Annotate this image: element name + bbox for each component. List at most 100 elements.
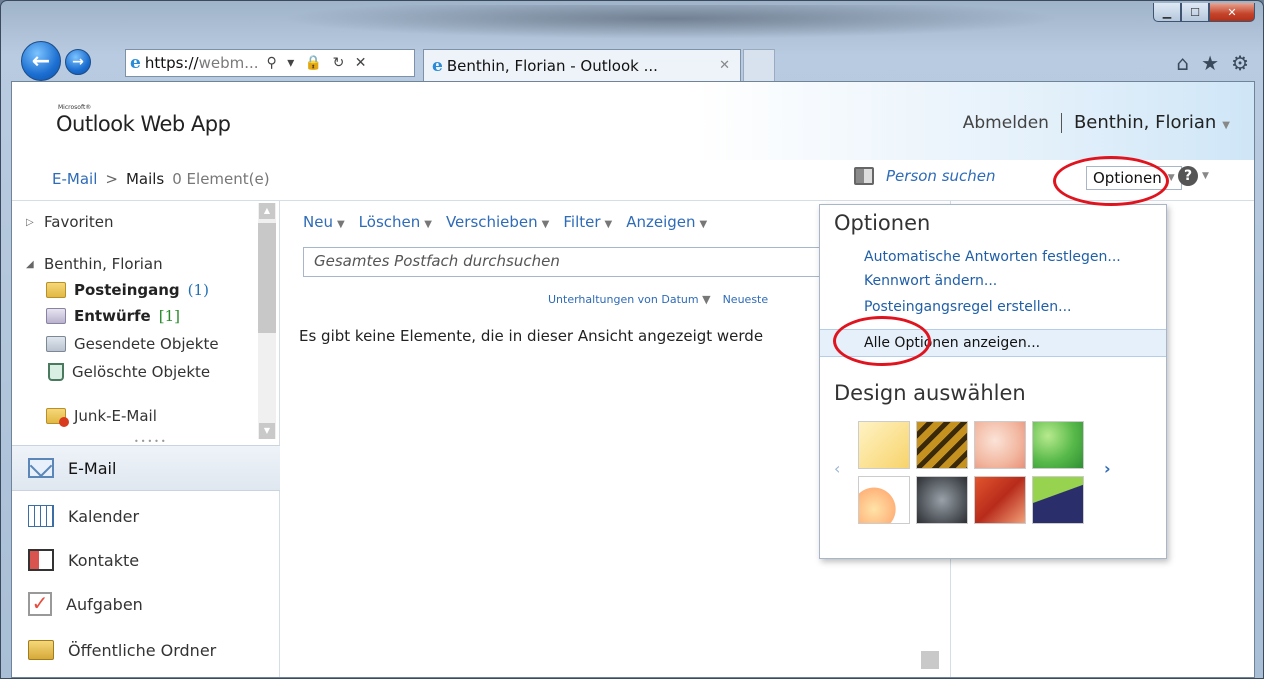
chevron-down-icon: ▼ — [1222, 120, 1230, 131]
home-icon[interactable]: ⌂ — [1176, 51, 1189, 75]
theme-next-icon[interactable]: › — [1104, 459, 1111, 478]
filter-button[interactable]: Filter ▼ — [563, 213, 612, 231]
nav-calendar-label: Kalender — [68, 506, 140, 526]
collapse-icon[interactable]: ◢ — [26, 259, 36, 270]
microsoft-logo-text: Microsoft® — [58, 104, 92, 111]
junk-folder-icon — [46, 408, 69, 427]
address-bar[interactable]: e https:// webm... ⚲ ▾ 🔒 ↻ ✕ — [125, 49, 415, 77]
maximize-button[interactable]: ☐ — [1181, 3, 1209, 22]
sidebar-item-junk[interactable]: Junk-E-Mail — [46, 407, 157, 427]
theme-thumbnail[interactable] — [1032, 421, 1084, 469]
calendar-icon — [28, 505, 54, 527]
scroll-thumb[interactable] — [258, 223, 276, 333]
annotation-circle-options — [1053, 156, 1169, 206]
item-count: 0 Element(e) — [172, 170, 270, 188]
menu-item-change-password[interactable]: Kennwort ändern... — [864, 273, 997, 289]
theme-thumbnail[interactable] — [974, 476, 1026, 524]
user-menu[interactable]: Benthin, Florian ▼ — [1062, 112, 1230, 133]
folder-tree: ▷ Favoriten ◢ Benthin, Florian Posteinga… — [12, 201, 280, 446]
sidebar-item-drafts[interactable]: Entwürfe [1] — [46, 307, 180, 325]
find-person-label: Person suchen — [886, 167, 996, 185]
chevron-down-icon: ▼ — [541, 219, 550, 230]
minimize-button[interactable]: ▁ — [1153, 3, 1181, 22]
menu-item-inbox-rule[interactable]: Posteingangsregel erstellen... — [864, 299, 1071, 315]
new-button[interactable]: Neu ▼ — [303, 213, 345, 231]
annotation-circle-all-options — [833, 316, 931, 366]
expand-icon[interactable]: ▷ — [26, 217, 36, 228]
mail-icon — [28, 458, 54, 478]
public-folder-icon — [28, 640, 54, 660]
theme-thumbnail[interactable] — [858, 476, 910, 524]
browser-tab[interactable]: e Benthin, Florian - Outlook ... ✕ — [423, 49, 741, 81]
scroll-down-icon[interactable]: ▼ — [259, 423, 275, 439]
back-button[interactable]: ← — [21, 41, 61, 81]
tasks-checkmark-icon: ✓ — [28, 592, 52, 616]
theme-thumbnail[interactable] — [1032, 476, 1084, 524]
forward-button[interactable]: → — [65, 49, 91, 75]
breadcrumb-mail[interactable]: E-Mail — [52, 170, 97, 188]
browser-window: ▁ ☐ ✕ ← → e https:// webm... ⚲ ▾ 🔒 ↻ ✕ e… — [0, 0, 1264, 679]
folder-label: Entwürfe — [74, 307, 151, 325]
chevron-down-icon: ▼ — [1202, 171, 1209, 181]
inbox-folder-icon — [46, 282, 66, 298]
unread-count: (1) — [187, 281, 209, 299]
favorites-star-icon[interactable]: ★ — [1201, 51, 1219, 75]
browser-tools: ⌂ ★ ⚙ — [1176, 51, 1249, 75]
theme-prev-icon[interactable]: ‹ — [834, 459, 840, 478]
signout-link[interactable]: Abmelden — [963, 112, 1062, 133]
nav-calendar[interactable]: Kalender — [12, 493, 280, 539]
new-tab-button[interactable] — [743, 49, 775, 81]
sort-order-button[interactable]: Neueste — [723, 293, 769, 306]
delete-button[interactable]: Löschen ▼ — [359, 213, 432, 231]
url-rest: webm... — [198, 54, 259, 72]
chevron-down-icon: ▼ — [699, 219, 708, 230]
sidebar: ▷ Favoriten ◢ Benthin, Florian Posteinga… — [12, 201, 280, 677]
header-user-area: Abmelden Benthin, Florian ▼ — [963, 112, 1230, 133]
favorites-node[interactable]: ▷ Favoriten — [26, 213, 113, 231]
sidebar-item-inbox[interactable]: Posteingang (1) — [46, 281, 209, 299]
contacts-icon — [28, 549, 54, 571]
move-label: Verschieben — [445, 213, 538, 231]
account-node[interactable]: ◢ Benthin, Florian — [26, 255, 163, 273]
new-label: Neu — [303, 213, 333, 231]
scroll-up-icon[interactable]: ▲ — [259, 203, 275, 219]
design-section-title: Design auswählen — [834, 381, 1026, 405]
theme-thumbnail[interactable] — [916, 421, 968, 469]
account-label: Benthin, Florian — [44, 255, 163, 273]
theme-thumbnail[interactable] — [974, 421, 1026, 469]
folder-label: Gesendete Objekte — [74, 335, 219, 353]
titlebar — [281, 5, 1061, 39]
view-button[interactable]: Anzeigen ▼ — [626, 213, 707, 231]
help-icon: ? — [1178, 166, 1198, 186]
tab-close-icon[interactable]: ✕ — [719, 58, 730, 73]
scroll-down-icon[interactable] — [921, 651, 939, 669]
nav-public-label: Öffentliche Ordner — [68, 640, 217, 660]
theme-grid — [858, 421, 1084, 524]
address-controls[interactable]: ⚲ ▾ 🔒 ↻ ✕ — [267, 55, 370, 71]
sort-by-button[interactable]: Unterhaltungen von Datum ▼ — [548, 293, 711, 306]
sidebar-item-sent[interactable]: Gesendete Objekte — [46, 335, 219, 353]
close-button[interactable]: ✕ — [1209, 3, 1255, 22]
help-button[interactable]: ? ▼ — [1178, 166, 1209, 186]
menu-item-auto-reply[interactable]: Automatische Antworten festlegen... — [864, 249, 1121, 265]
nav-tasks[interactable]: ✓ Aufgaben — [12, 581, 280, 627]
nav-public-folders[interactable]: Öffentliche Ordner — [12, 627, 280, 673]
move-button[interactable]: Verschieben ▼ — [446, 213, 549, 231]
theme-thumbnail[interactable] — [916, 476, 968, 524]
recycle-bin-icon — [48, 363, 64, 381]
nav-mail-label: E-Mail — [68, 458, 117, 478]
folder-label: Posteingang — [74, 281, 180, 299]
user-name: Benthin, Florian — [1073, 112, 1217, 133]
sidebar-item-deleted[interactable]: Gelöschte Objekte — [48, 363, 210, 381]
message-toolbar: Neu ▼ Löschen ▼ Verschieben ▼ Filter ▼ Anzei… — [303, 213, 707, 231]
find-person[interactable]: Person suchen — [854, 167, 996, 185]
nav-contacts[interactable]: Kontakte — [12, 537, 280, 583]
sort-bar: Unterhaltungen von Datum ▼ Neueste — [548, 293, 768, 306]
settings-gear-icon[interactable]: ⚙ — [1231, 51, 1249, 75]
sort-by-label: Unterhaltungen von Datum — [548, 293, 699, 306]
options-menu-title: Optionen — [834, 211, 931, 235]
folder-scrollbar[interactable]: ▲ ▼ — [258, 203, 276, 439]
nav-mail[interactable]: E-Mail — [12, 445, 280, 491]
breadcrumb-separator: > — [105, 170, 118, 188]
theme-thumbnail[interactable] — [858, 421, 910, 469]
